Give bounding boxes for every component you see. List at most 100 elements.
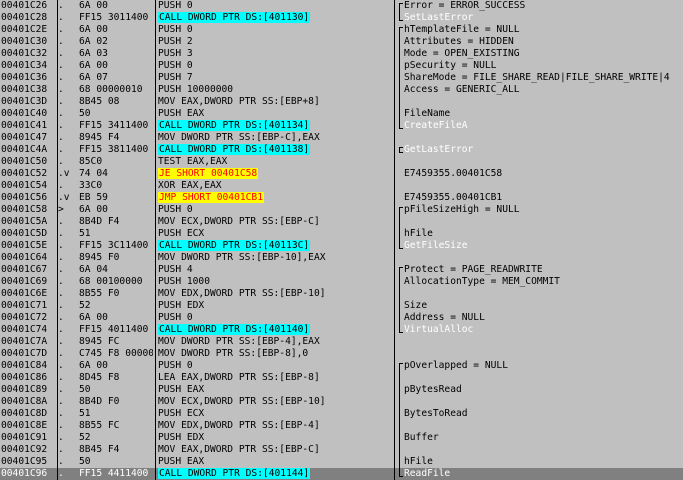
instruction-cell[interactable]: PUSH EAX (158, 384, 392, 396)
address-cell[interactable]: 00401C84 (1, 360, 55, 372)
disasm-row[interactable]: 00401C96. FF15 4411400 CALL DWORD PTR DS:[… (0, 468, 683, 480)
hex-bytes-cell[interactable]: FF15 3811400 (79, 144, 153, 156)
hex-bytes-cell[interactable]: 51 (79, 408, 153, 420)
comment-cell[interactable]: pBytesRead (404, 384, 683, 396)
comment-cell[interactable]: Attributes = HIDDEN (404, 36, 683, 48)
address-cell[interactable]: 00401C54 (1, 180, 55, 192)
hex-bytes-cell[interactable]: 6A 02 (79, 36, 153, 48)
address-cell[interactable]: 00401C28 (1, 12, 55, 24)
hex-bytes-cell[interactable]: 6A 00 (79, 24, 153, 36)
comment-cell[interactable]: GetFileSize (404, 240, 683, 252)
disasm-row[interactable]: 00401C5D. 51 PUSH ECX hFile (0, 228, 683, 240)
address-cell[interactable]: 00401C26 (1, 0, 55, 12)
instruction-cell[interactable]: PUSH EDX (158, 432, 392, 444)
hex-bytes-cell[interactable]: 8945 F4 (79, 132, 153, 144)
disasm-row[interactable]: 00401C26. 6A 00 PUSH 0 Error = ERROR_SUCCES… (0, 0, 683, 12)
comment-cell[interactable] (404, 348, 683, 360)
address-cell[interactable]: 00401C89 (1, 384, 55, 396)
address-cell[interactable]: 00401C6E (1, 288, 55, 300)
address-cell[interactable]: 00401C71 (1, 300, 55, 312)
disasm-row[interactable]: 00401C54. 33C0 XOR EAX,EAX (0, 180, 683, 192)
instruction-cell[interactable]: PUSH 0 (158, 204, 392, 216)
instruction-cell[interactable]: PUSH 0 (158, 60, 392, 72)
hex-bytes-cell[interactable]: C745 F8 00000 (79, 348, 153, 360)
comment-cell[interactable]: E7459355.00401CB1 (404, 192, 683, 204)
disasm-row[interactable]: 00401C38. 68 00000010 PUSH 10000000 Access … (0, 84, 683, 96)
comment-cell[interactable]: FileName (404, 108, 683, 120)
disasm-row[interactable]: 00401C89. 50 PUSH EAX pBytesRead (0, 384, 683, 396)
instruction-cell[interactable]: MOV ECX,DWORD PTR SS:[EBP-10] (158, 396, 392, 408)
hex-bytes-cell[interactable]: 8B55 F0 (79, 288, 153, 300)
address-cell[interactable]: 00401C40 (1, 108, 55, 120)
instruction-cell[interactable]: PUSH 7 (158, 72, 392, 84)
address-cell[interactable]: 00401C5D (1, 228, 55, 240)
hex-bytes-cell[interactable]: 85C0 (79, 156, 153, 168)
comment-cell[interactable]: Buffer (404, 432, 683, 444)
disasm-row[interactable]: 00401C91. 52 PUSH EDX Buffer (0, 432, 683, 444)
address-cell[interactable]: 00401C92 (1, 444, 55, 456)
comment-cell[interactable]: CreateFileA (404, 120, 683, 132)
disasm-row[interactable]: 00401C52 .v 74 04 JE SHORT 00401C58 E7459355… (0, 168, 683, 180)
address-cell[interactable]: 00401C86 (1, 372, 55, 384)
disasm-row[interactable]: 00401C34. 6A 00 PUSH 0 pSecurity = NULL (0, 60, 683, 72)
disasm-row[interactable]: 00401C72. 6A 00 PUSH 0 Address = NULL (0, 312, 683, 324)
hex-bytes-cell[interactable]: 8B45 F4 (79, 444, 153, 456)
instruction-cell[interactable]: CALL DWORD PTR DS:[401140] (158, 324, 392, 336)
comment-cell[interactable]: Error = ERROR_SUCCESS (404, 0, 683, 12)
disasm-row[interactable]: 00401C8E. 8B55 FC MOV EDX,DWORD PTR SS:[EB… (0, 420, 683, 432)
instruction-cell[interactable]: CALL DWORD PTR DS:[40113C] (158, 240, 392, 252)
comment-cell[interactable]: Access = GENERIC_ALL (404, 84, 683, 96)
comment-cell[interactable]: Size (404, 300, 683, 312)
hex-bytes-cell[interactable]: 8945 FC (79, 336, 153, 348)
comment-cell[interactable]: Address = NULL (404, 312, 683, 324)
disasm-row[interactable]: 00401C28. FF15 3011400 CALL DWORD PTR DS:[… (0, 12, 683, 24)
hex-bytes-cell[interactable]: FF15 3411400 (79, 120, 153, 132)
disassembly-pane[interactable]: 00401C26. 6A 00 PUSH 0 Error = ERROR_SUCCES… (0, 0, 683, 480)
hex-bytes-cell[interactable]: 6A 07 (79, 72, 153, 84)
disasm-row[interactable]: 00401C86. 8D45 F8 LEA EAX,DWORD PTR SS:[EB… (0, 372, 683, 384)
address-cell[interactable]: 00401C32 (1, 48, 55, 60)
instruction-cell[interactable]: MOV EDX,DWORD PTR SS:[EBP-10] (158, 288, 392, 300)
hex-bytes-cell[interactable]: 8B55 FC (79, 420, 153, 432)
comment-cell[interactable]: VirtualAlloc (404, 324, 683, 336)
hex-bytes-cell[interactable]: 50 (79, 384, 153, 396)
comment-cell[interactable] (404, 216, 683, 228)
instruction-cell[interactable]: MOV EDX,DWORD PTR SS:[EBP-4] (158, 420, 392, 432)
address-cell[interactable]: 00401C50 (1, 156, 55, 168)
instruction-cell[interactable]: JE SHORT 00401C58 (158, 168, 392, 180)
comment-cell[interactable] (404, 396, 683, 408)
comment-cell[interactable]: E7459355.00401C58 (404, 168, 683, 180)
instruction-cell[interactable]: CALL DWORD PTR DS:[401130] (158, 12, 392, 24)
hex-bytes-cell[interactable]: 74 04 (79, 168, 153, 180)
address-cell[interactable]: 00401C58 (1, 204, 55, 216)
disasm-row[interactable]: 00401C74. FF15 4011400 CALL DWORD PTR DS:[… (0, 324, 683, 336)
hex-bytes-cell[interactable]: 68 00100000 (79, 276, 153, 288)
hex-bytes-cell[interactable]: 6A 00 (79, 60, 153, 72)
disasm-row[interactable]: 00401C5E. FF15 3C11400 CALL DWORD PTR DS:[… (0, 240, 683, 252)
instruction-cell[interactable]: JMP SHORT 00401CB1 (158, 192, 392, 204)
disasm-row[interactable]: 00401C95. 50 PUSH EAX hFile (0, 456, 683, 468)
hex-bytes-cell[interactable]: 6A 00 (79, 0, 153, 12)
address-cell[interactable]: 00401C3D (1, 96, 55, 108)
comment-cell[interactable] (404, 252, 683, 264)
address-cell[interactable]: 00401C96 (1, 468, 55, 480)
disasm-row[interactable]: 00401C47. 8945 F4 MOV DWORD PTR SS:[EBP-C]… (0, 132, 683, 144)
hex-bytes-cell[interactable]: EB 59 (79, 192, 153, 204)
instruction-cell[interactable]: MOV DWORD PTR SS:[EBP-C],EAX (158, 132, 392, 144)
hex-bytes-cell[interactable]: 52 (79, 300, 153, 312)
comment-cell[interactable]: Protect = PAGE_READWRITE (404, 264, 683, 276)
instruction-cell[interactable]: PUSH EAX (158, 456, 392, 468)
address-cell[interactable]: 00401C91 (1, 432, 55, 444)
disasm-row[interactable]: 00401C5A. 8B4D F4 MOV ECX,DWORD PTR SS:[EB… (0, 216, 683, 228)
disasm-row[interactable]: 00401C32. 6A 03 PUSH 3 Mode = OPEN_EXISTING (0, 48, 683, 60)
hex-bytes-cell[interactable]: 68 00000010 (79, 84, 153, 96)
instruction-cell[interactable]: PUSH 0 (158, 0, 392, 12)
disasm-row[interactable]: 00401C8D. 51 PUSH ECX BytesToRead (0, 408, 683, 420)
instruction-cell[interactable]: PUSH 3 (158, 48, 392, 60)
address-cell[interactable]: 00401C47 (1, 132, 55, 144)
hex-bytes-cell[interactable]: FF15 4011400 (79, 324, 153, 336)
comment-cell[interactable]: pFileSizeHigh = NULL (404, 204, 683, 216)
comment-cell[interactable] (404, 180, 683, 192)
hex-bytes-cell[interactable]: FF15 4411400 (79, 468, 153, 480)
address-cell[interactable]: 00401C36 (1, 72, 55, 84)
